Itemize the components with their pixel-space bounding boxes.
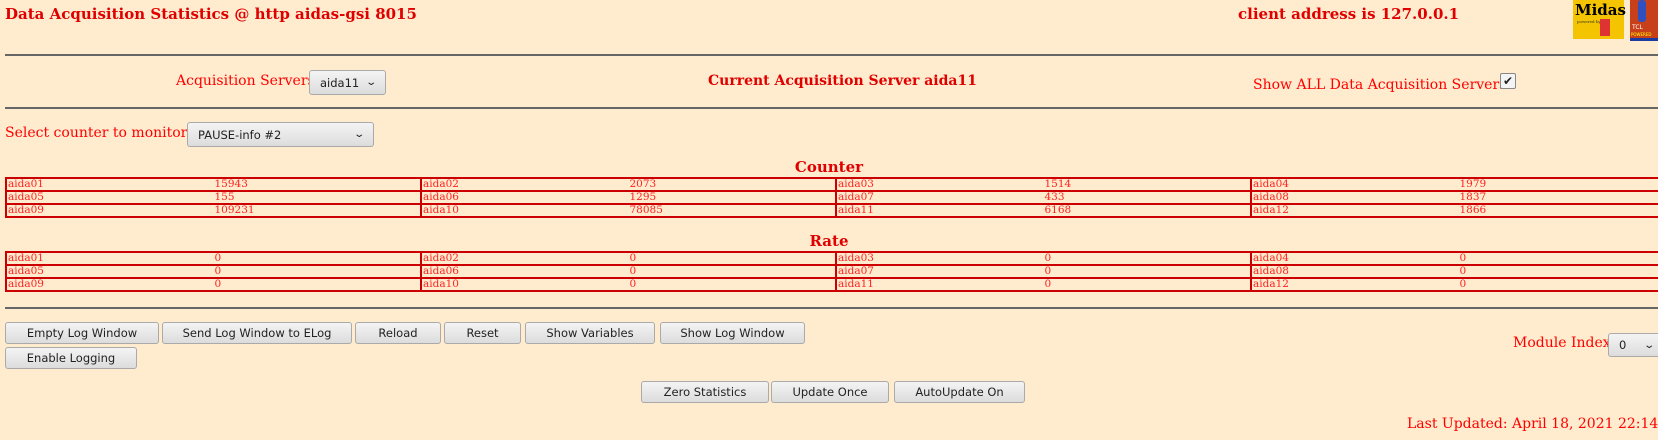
value-cell: 0 xyxy=(1044,265,1252,278)
server-name-cell: aida12 xyxy=(1251,278,1459,291)
current-server: Current Acquisition Server aida11 xyxy=(708,73,977,89)
server-name-cell: aida03 xyxy=(836,178,1044,191)
value-cell: 6168 xyxy=(1044,204,1252,217)
value-cell: 0 xyxy=(1044,278,1252,291)
value-cell: 2073 xyxy=(629,178,837,191)
enable-logging-button[interactable]: Enable Logging xyxy=(5,347,137,369)
value-cell: 433 xyxy=(1044,191,1252,204)
show-log-window-button[interactable]: Show Log Window xyxy=(660,322,805,344)
server-name-cell: aida04 xyxy=(1251,178,1459,191)
value-cell: 155 xyxy=(214,191,422,204)
table-row: aida090aida100aida110aida120 xyxy=(6,278,1658,291)
chevron-down-icon: ⌄ xyxy=(1643,340,1655,351)
divider xyxy=(5,54,1658,56)
rate-title: Rate xyxy=(0,232,1658,250)
value-cell: 0 xyxy=(214,265,422,278)
update-once-button[interactable]: Update Once xyxy=(771,381,889,403)
table-row: aida09109231aida1078085aida116168aida121… xyxy=(6,204,1658,217)
server-name-cell: aida07 xyxy=(836,265,1044,278)
counter-table: aida0115943aida022073aida031514aida04197… xyxy=(5,177,1658,218)
value-cell: 1295 xyxy=(629,191,837,204)
value-cell: 0 xyxy=(214,278,422,291)
value-cell: 109231 xyxy=(214,204,422,217)
midas-logo-text: Midas xyxy=(1573,0,1624,19)
server-name-cell: aida02 xyxy=(421,178,629,191)
chevron-down-icon: ⌄ xyxy=(353,129,365,140)
server-name-cell: aida10 xyxy=(421,204,629,217)
tcl-logo: TCL POWERED xyxy=(1630,0,1658,41)
table-row: aida0115943aida022073aida031514aida04197… xyxy=(6,178,1658,191)
value-cell: 0 xyxy=(1459,252,1658,265)
value-cell: 0 xyxy=(629,252,837,265)
value-cell: 1837 xyxy=(1459,191,1658,204)
counter-select-value: PAUSE-info #2 xyxy=(198,128,281,142)
counter-select[interactable]: PAUSE-info #2 ⌄ xyxy=(187,122,374,147)
tcl-logo-sub: POWERED xyxy=(1631,32,1651,37)
divider xyxy=(5,307,1658,309)
server-name-cell: aida04 xyxy=(1251,252,1459,265)
value-cell: 0 xyxy=(629,265,837,278)
divider xyxy=(5,107,1658,109)
value-cell: 0 xyxy=(629,278,837,291)
midas-logo-sub: powered by xyxy=(1573,19,1624,24)
server-name-cell: aida12 xyxy=(1251,204,1459,217)
server-name-cell: aida01 xyxy=(6,178,214,191)
server-name-cell: aida09 xyxy=(6,278,214,291)
module-index-value: 0 xyxy=(1619,338,1626,352)
server-name-cell: aida08 xyxy=(1251,265,1459,278)
value-cell: 0 xyxy=(1459,265,1658,278)
tcl-logo-text: TCL xyxy=(1632,24,1643,31)
select-counter-label: Select counter to monitor xyxy=(5,125,187,141)
value-cell: 78085 xyxy=(629,204,837,217)
show-all-checkbox[interactable]: ✔ xyxy=(1500,73,1516,89)
module-index-select[interactable]: 0⌄ xyxy=(1608,333,1658,357)
value-cell: 0 xyxy=(214,252,422,265)
chevron-down-icon: ⌄ xyxy=(365,77,377,88)
value-cell: 0 xyxy=(1459,278,1658,291)
acquisition-server-select[interactable]: aida11 ⌄ xyxy=(309,70,386,95)
server-name-cell: aida06 xyxy=(421,191,629,204)
show-variables-button[interactable]: Show Variables xyxy=(525,322,655,344)
server-name-cell: aida10 xyxy=(421,278,629,291)
value-cell: 1866 xyxy=(1459,204,1658,217)
server-name-cell: aida11 xyxy=(836,204,1044,217)
server-name-cell: aida07 xyxy=(836,191,1044,204)
value-cell: 15943 xyxy=(214,178,422,191)
reload-button[interactable]: Reload xyxy=(355,322,441,344)
table-row: aida05155aida061295aida07433aida081837 xyxy=(6,191,1658,204)
server-name-cell: aida08 xyxy=(1251,191,1459,204)
table-row: aida010aida020aida030aida040 xyxy=(6,252,1658,265)
server-name-cell: aida05 xyxy=(6,191,214,204)
client-address: client address is 127.0.0.1 xyxy=(1238,5,1459,23)
send-log-to-elog-button[interactable]: Send Log Window to ELog xyxy=(162,322,352,344)
table-row: aida050aida060aida070aida080 xyxy=(6,265,1658,278)
counter-title: Counter xyxy=(0,158,1658,176)
server-name-cell: aida06 xyxy=(421,265,629,278)
value-cell: 1514 xyxy=(1044,178,1252,191)
server-name-cell: aida01 xyxy=(6,252,214,265)
acquisition-server-value: aida11 xyxy=(320,76,359,90)
value-cell: 0 xyxy=(1044,252,1252,265)
module-index-label: Module Index xyxy=(1513,335,1611,351)
server-name-cell: aida09 xyxy=(6,204,214,217)
server-name-cell: aida11 xyxy=(836,278,1044,291)
server-name-cell: aida05 xyxy=(6,265,214,278)
last-updated: Last Updated: April 18, 2021 22:14:11 xyxy=(1407,416,1658,432)
empty-log-window-button[interactable]: Empty Log Window xyxy=(5,322,159,344)
show-all-label: Show ALL Data Acquisition Servers? xyxy=(1253,77,1514,93)
autoupdate-button[interactable]: AutoUpdate On xyxy=(894,381,1025,403)
server-name-cell: aida03 xyxy=(836,252,1044,265)
server-name-cell: aida02 xyxy=(421,252,629,265)
rate-table: aida010aida020aida030aida040aida050aida0… xyxy=(5,251,1658,292)
midas-logo: Midas powered by xyxy=(1573,0,1624,39)
acquisition-servers-label: Acquisition Servers xyxy=(176,73,315,89)
page-title: Data Acquisition Statistics @ http aidas… xyxy=(5,5,417,23)
reset-button[interactable]: Reset xyxy=(444,322,521,344)
value-cell: 1979 xyxy=(1459,178,1658,191)
zero-statistics-button[interactable]: Zero Statistics xyxy=(641,381,769,403)
